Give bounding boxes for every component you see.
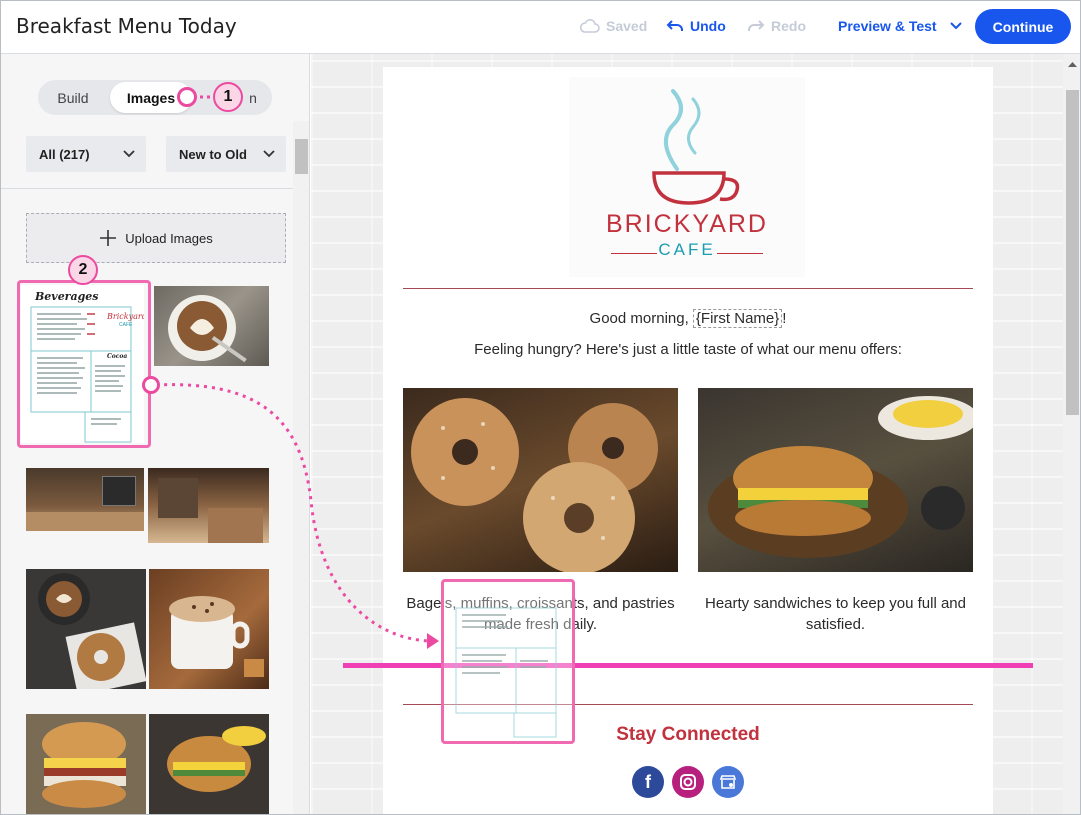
selected-image-highlight [17,280,151,448]
step-badge-2: 2 [68,255,98,285]
drag-start-handle [142,376,160,394]
drag-path-arrow [155,95,439,649]
app-window: Breakfast Menu Today Saved Undo Redo Pre… [0,0,1081,815]
step-badge-1: 1 [213,82,243,112]
tab-pointer-handle [177,87,197,107]
